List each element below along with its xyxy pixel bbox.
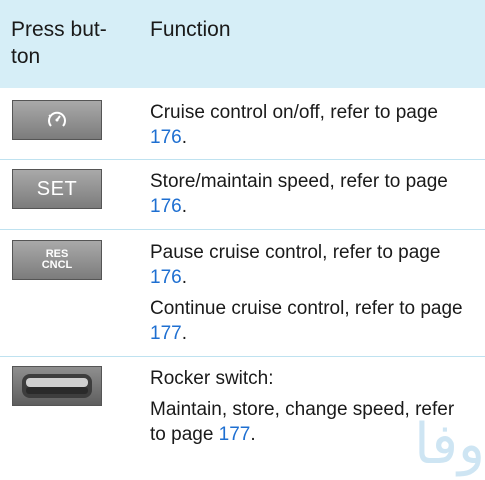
header-press-button: Press but- ton	[11, 16, 131, 70]
cncl-label: CNCL	[41, 259, 73, 271]
row2-description: Store/maintain speed, refer to page 176.	[150, 171, 448, 217]
row4-description-1: Rocker switch:	[150, 368, 274, 389]
row-divider	[0, 159, 485, 160]
set-button[interactable]: SET	[12, 169, 102, 209]
header-function: Function	[150, 18, 231, 41]
rocker-switch-icon	[22, 374, 92, 398]
res-cncl-button[interactable]: RES CNCL	[12, 240, 102, 280]
set-button-label: SET	[36, 177, 78, 200]
row3-description-1: Pause cruise control, refer to page 176.	[150, 242, 441, 288]
header-col1-line2: ton	[11, 45, 41, 68]
row1-description: Cruise control on/off, refer to page 176…	[150, 102, 438, 148]
rocker-switch-button[interactable]	[12, 366, 102, 406]
watermark: ﻭﻓﺎ	[414, 412, 485, 477]
page-link[interactable]: 177	[219, 424, 251, 445]
row-divider	[0, 229, 485, 230]
row3-description-2: Continue cruise control, refer to page 1…	[150, 298, 463, 344]
page-link[interactable]: 177	[150, 323, 182, 344]
row-divider	[0, 356, 485, 357]
header-col1-line1: Press but-	[11, 18, 107, 41]
table-header: Press but- ton Function	[0, 0, 485, 88]
page-link[interactable]: 176	[150, 127, 182, 148]
cruise-control-icon	[48, 111, 66, 127]
page-link[interactable]: 176	[150, 196, 182, 217]
cruise-control-button[interactable]	[12, 100, 102, 140]
page-link[interactable]: 176	[150, 267, 182, 288]
